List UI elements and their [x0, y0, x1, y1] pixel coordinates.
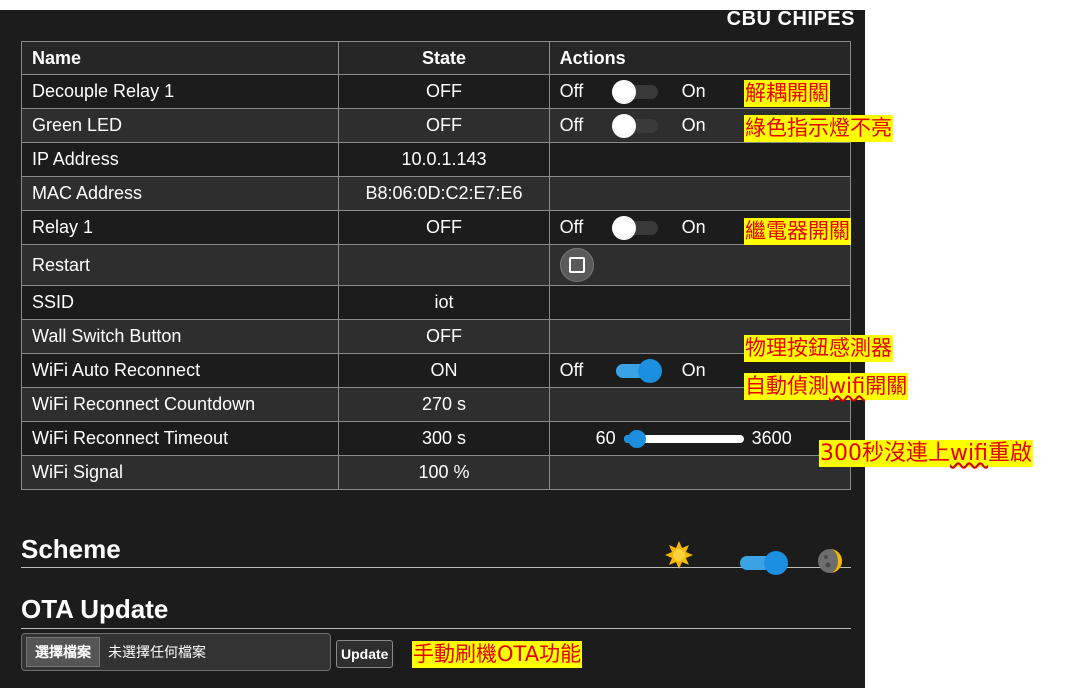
row-state: 300 s: [338, 421, 550, 456]
row-state: OFF: [338, 210, 550, 245]
scheme-title: Scheme: [21, 534, 121, 564]
row-name: MAC Address: [20, 176, 340, 211]
header-state: State: [338, 41, 550, 75]
row-name: Wall Switch Button: [20, 319, 340, 354]
annotation-relay: 繼電器開關: [744, 218, 851, 245]
table-row: WiFi Auto Reconnect ON Off On: [20, 353, 852, 388]
row-actions: [548, 142, 852, 177]
table-row: Restart: [20, 244, 852, 286]
row-state: 270 s: [338, 387, 550, 422]
annotation-timeout: 300秒沒連上wifi重啟: [819, 440, 1033, 467]
switch-off-label: Off: [559, 217, 584, 237]
sun-icon: [665, 541, 693, 569]
annotation-text: 開關: [865, 374, 908, 398]
row-name: WiFi Signal: [20, 455, 340, 490]
slider-max-label: 3600: [751, 428, 792, 448]
green-led-toggle[interactable]: [611, 113, 658, 138]
slider-min-label: 60: [595, 428, 616, 448]
row-actions: [548, 285, 852, 320]
switch-on-label: On: [681, 115, 706, 135]
table-row: WiFi Reconnect Countdown 270 s: [20, 387, 852, 422]
toggle-knob: [611, 79, 636, 104]
restart-button[interactable]: [559, 248, 594, 282]
table-row: SSID iot: [20, 285, 852, 320]
annotation-wifi: wifi: [950, 441, 988, 466]
row-state: ON: [338, 353, 550, 388]
row-name: SSID: [20, 285, 340, 320]
table-row: WiFi Signal 100 %: [20, 455, 852, 490]
annotation-text: 300秒沒連上: [820, 441, 950, 466]
no-file-label: 未選擇任何檔案: [108, 644, 206, 660]
table-row: WiFi Reconnect Timeout 300 s 60 3600: [20, 421, 852, 456]
row-actions: [548, 244, 852, 286]
update-button[interactable]: Update: [336, 640, 394, 668]
switch-on-label: On: [681, 81, 706, 101]
ota-title: OTA Update: [21, 594, 169, 624]
table-row: MAC Address B8:06:0D:C2:E7:E6: [20, 176, 852, 211]
stop-square-icon: [568, 257, 585, 273]
annotation-text: 重啟: [987, 441, 1032, 466]
table-header-row: Name State Actions: [20, 41, 852, 75]
row-name: Decouple Relay 1: [20, 74, 340, 109]
annotation-text: 自動偵測: [745, 374, 829, 398]
table-row: Decouple Relay 1 OFF Off On: [20, 74, 852, 109]
table-row: Green LED OFF Off On: [20, 108, 852, 143]
scheme-divider: [21, 567, 851, 568]
row-state: B8:06:0D:C2:E7:E6: [338, 176, 550, 211]
row-name: Green LED: [20, 108, 340, 143]
row-state: OFF: [338, 74, 550, 109]
switch-off-label: Off: [559, 81, 584, 101]
moon-icon: [818, 549, 842, 573]
row-name: IP Address: [20, 142, 340, 177]
table-row: Wall Switch Button OFF: [20, 319, 852, 354]
slider-thumb[interactable]: [627, 429, 646, 448]
row-state: 10.0.1.143: [338, 142, 550, 177]
row-name: WiFi Reconnect Timeout: [20, 421, 340, 456]
scheme-toggle[interactable]: [740, 551, 788, 575]
annotation-auto-reconnect: 自動偵測wifi開關: [744, 373, 909, 400]
header-actions: Actions: [548, 41, 852, 75]
row-name: Relay 1: [20, 210, 340, 245]
switch-off-label: Off: [559, 115, 584, 135]
switch-on-label: On: [681, 360, 706, 380]
toggle-knob: [637, 358, 662, 383]
switch-off-label: Off: [559, 360, 584, 380]
row-name: WiFi Auto Reconnect: [20, 353, 340, 388]
annotation-ota: 手動刷機OTA功能: [412, 641, 583, 668]
row-state: [338, 244, 550, 286]
row-name: WiFi Reconnect Countdown: [20, 387, 340, 422]
row-name: Restart: [20, 244, 340, 286]
file-input[interactable]: 選擇檔案 未選擇任何檔案: [21, 633, 331, 671]
relay-1-toggle[interactable]: [611, 215, 658, 240]
wifi-auto-reconnect-toggle[interactable]: [615, 358, 662, 383]
row-actions: 60 3600: [548, 421, 852, 456]
annotation-wall-switch: 物理按鈕感測器: [744, 335, 893, 362]
brand-title: CBU CHIPES: [726, 8, 855, 30]
decouple-relay-toggle[interactable]: [611, 79, 658, 104]
annotation-wifi: wifi: [829, 374, 866, 398]
table-row: Relay 1 OFF Off On: [20, 210, 852, 245]
row-actions: [548, 176, 852, 211]
toggle-knob: [611, 215, 636, 240]
table-row: IP Address 10.0.1.143: [20, 142, 852, 177]
switch-on-label: On: [681, 217, 706, 237]
row-actions: [548, 455, 852, 490]
reconnect-timeout-slider[interactable]: [623, 429, 744, 448]
row-state: OFF: [338, 319, 550, 354]
annotation-green-led: 綠色指示燈不亮: [744, 115, 893, 142]
annotation-decouple: 解耦開關: [744, 80, 830, 107]
toggle-knob: [611, 113, 636, 138]
toggle-knob: [764, 551, 788, 575]
choose-file-button[interactable]: 選擇檔案: [26, 637, 100, 667]
row-state: iot: [338, 285, 550, 320]
header-name: Name: [20, 41, 340, 75]
row-state: OFF: [338, 108, 550, 143]
entity-table: Name State Actions Decouple Relay 1 OFF …: [20, 41, 852, 490]
ota-divider: [21, 628, 851, 629]
web-panel: CBU CHIPES Name State Actions Decouple R…: [0, 8, 865, 688]
row-state: 100 %: [338, 455, 550, 490]
